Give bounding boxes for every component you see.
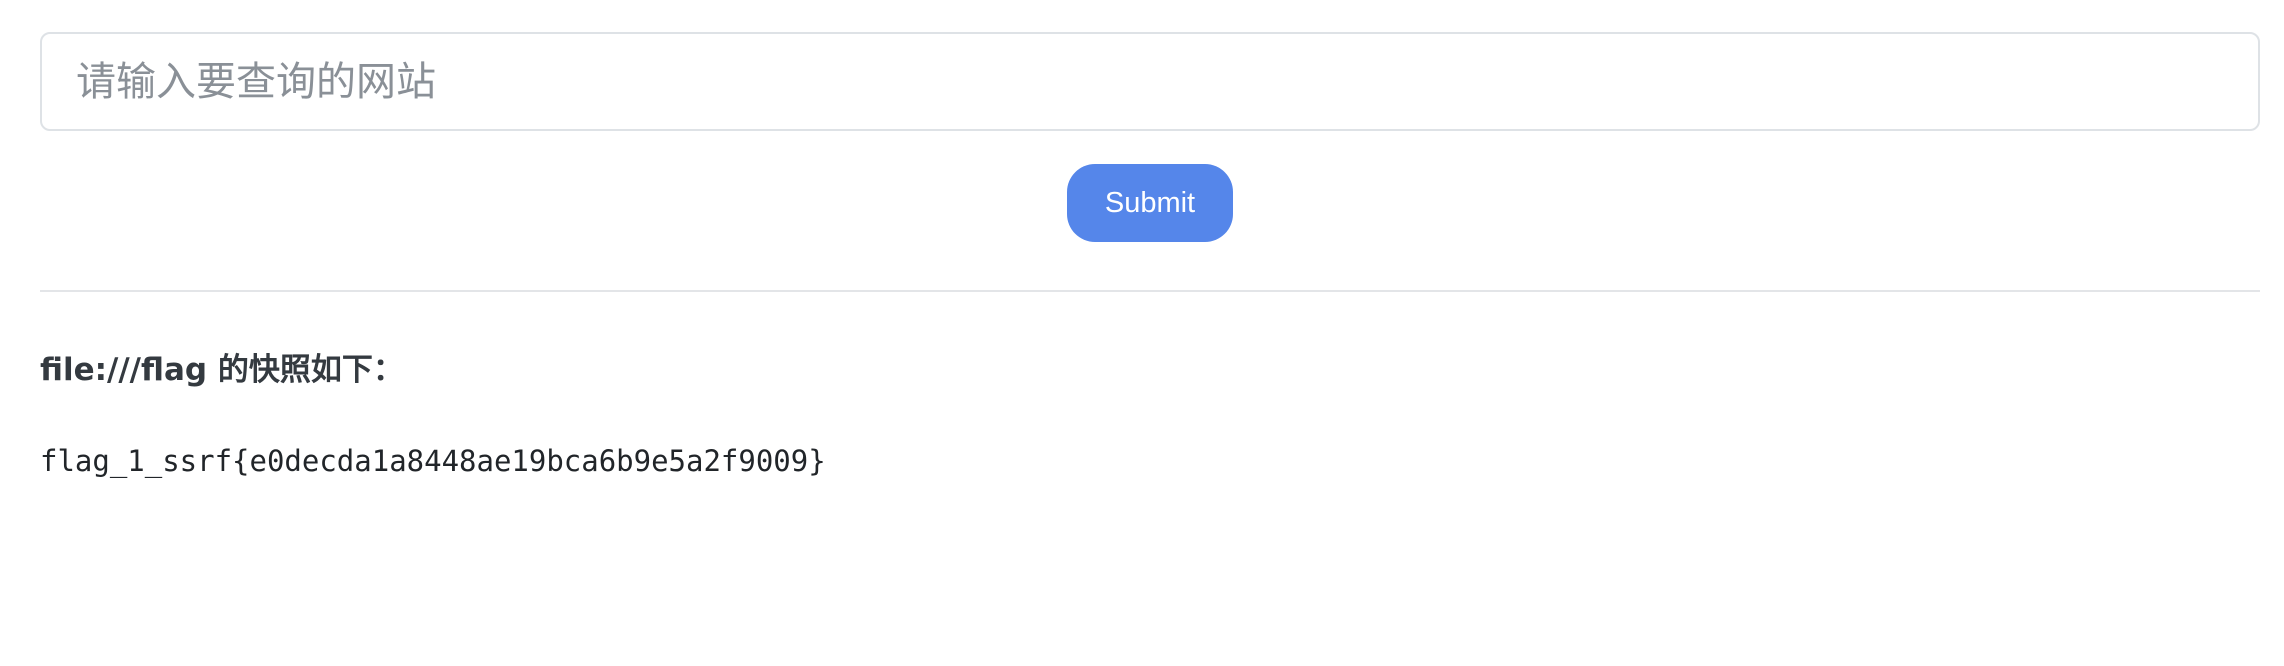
page: Submit file:///flag 的快照如下： flag_1_ssrf{e…	[0, 0, 2284, 666]
result-url: file:///flag	[40, 352, 208, 388]
snapshot-content: flag_1_ssrf{e0decda1a8448ae19bca6b9e5a2f…	[40, 444, 826, 478]
url-input[interactable]	[40, 32, 2260, 131]
divider	[40, 290, 2260, 292]
result-heading-suffix: 的快照如下：	[207, 352, 404, 388]
submit-button[interactable]: Submit	[1067, 164, 1233, 242]
result-heading: file:///flag 的快照如下：	[40, 344, 404, 389]
